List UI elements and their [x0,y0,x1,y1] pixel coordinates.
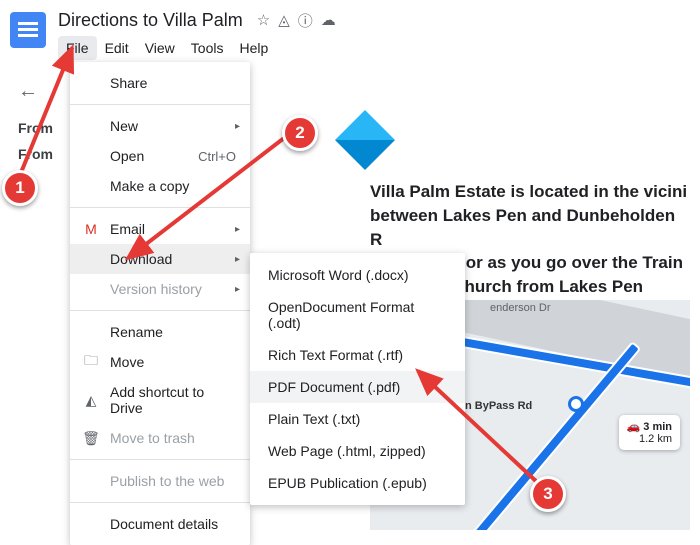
menu-file[interactable]: File [58,36,97,60]
document-title[interactable]: Directions to Villa Palm [58,10,243,31]
map-marker-icon [568,396,584,412]
outline-item[interactable]: From [18,146,53,162]
menu-label: Move [110,354,144,370]
cloud-icon[interactable]: ☁ [321,11,336,29]
menu-share[interactable]: Share [70,68,250,98]
menu-label: Rename [110,324,163,340]
download-pdf[interactable]: PDF Document (.pdf) [250,371,465,403]
menu-label: Add shortcut to Drive [110,384,236,416]
info-icon[interactable]: ⓘ [298,10,313,31]
menu-label: Document details [110,516,218,532]
outline-item[interactable]: From [18,120,53,136]
menu-label: Publish to the web [110,473,224,489]
file-dropdown: Share New ▸ Open Ctrl+O Make a copy M Em… [70,62,250,545]
eta-distance: 1.2 km [627,433,673,445]
submenu-arrow-icon: ▸ [235,254,240,265]
menu-label: Make a copy [110,178,189,194]
annotation-badge-2: 2 [282,115,318,151]
annotation-badge-1: 1 [2,170,38,206]
menu-help[interactable]: Help [231,36,276,60]
download-docx[interactable]: Microsoft Word (.docx) [250,259,465,291]
docs-app-icon[interactable] [10,12,46,48]
menu-view[interactable]: View [137,36,183,60]
download-epub[interactable]: EPUB Publication (.epub) [250,467,465,499]
download-submenu: Microsoft Word (.docx) OpenDocument Form… [250,253,465,505]
submenu-arrow-icon: ▸ [235,224,240,235]
eta-time: 3 min [643,421,672,433]
menu-publish[interactable]: Publish to the web [70,466,250,496]
windows-club-logo [335,110,395,170]
menu-add-shortcut[interactable]: ◭ Add shortcut to Drive [70,377,250,423]
menu-label: New [110,118,138,134]
car-icon: 🚗 [627,421,641,433]
menu-bar: File Edit View Tools Help [58,36,340,60]
shortcut-label: Ctrl+O [198,149,236,164]
trash-icon: 🗑 [82,430,100,447]
menu-move[interactable]: 🗀 Move [70,347,250,377]
folder-icon: 🗀 [82,350,100,374]
menu-label: Share [110,75,147,91]
menu-label: Version history [110,281,202,297]
menu-open[interactable]: Open Ctrl+O [70,141,250,171]
menu-make-copy[interactable]: Make a copy [70,171,250,201]
download-rtf[interactable]: Rich Text Format (.rtf) [250,339,465,371]
star-icon[interactable]: ☆ [257,11,270,29]
menu-label: Email [110,221,145,237]
menu-move-to-trash[interactable]: 🗑 Move to trash [70,423,250,453]
menu-tools[interactable]: Tools [183,36,232,60]
menu-label: Move to trash [110,430,195,446]
menu-download[interactable]: Download ▸ [70,244,250,274]
menu-new[interactable]: New ▸ [70,111,250,141]
menu-edit[interactable]: Edit [97,36,137,60]
download-txt[interactable]: Plain Text (.txt) [250,403,465,435]
menu-label: Open [110,148,144,164]
document-outline: From From [18,120,53,172]
map-eta-bubble: 🚗 3 min 1.2 km [619,415,681,450]
submenu-arrow-icon: ▸ [235,121,240,132]
menu-rename[interactable]: Rename [70,317,250,347]
map-road-label: enderson Dr [490,302,551,314]
drive-icon[interactable]: ◬ [278,11,290,29]
menu-version-history[interactable]: Version history ▸ [70,274,250,304]
back-arrow-icon[interactable]: ← [18,80,38,103]
map-road-label: n ByPass Rd [465,400,532,412]
submenu-arrow-icon: ▸ [235,284,240,295]
annotation-badge-3: 3 [530,476,566,512]
menu-label: Download [110,251,172,267]
download-html[interactable]: Web Page (.html, zipped) [250,435,465,467]
drive-shortcut-icon: ◭ [82,392,100,409]
menu-email[interactable]: M Email ▸ [70,214,250,244]
download-odt[interactable]: OpenDocument Format (.odt) [250,291,465,339]
gmail-icon: M [82,221,100,237]
